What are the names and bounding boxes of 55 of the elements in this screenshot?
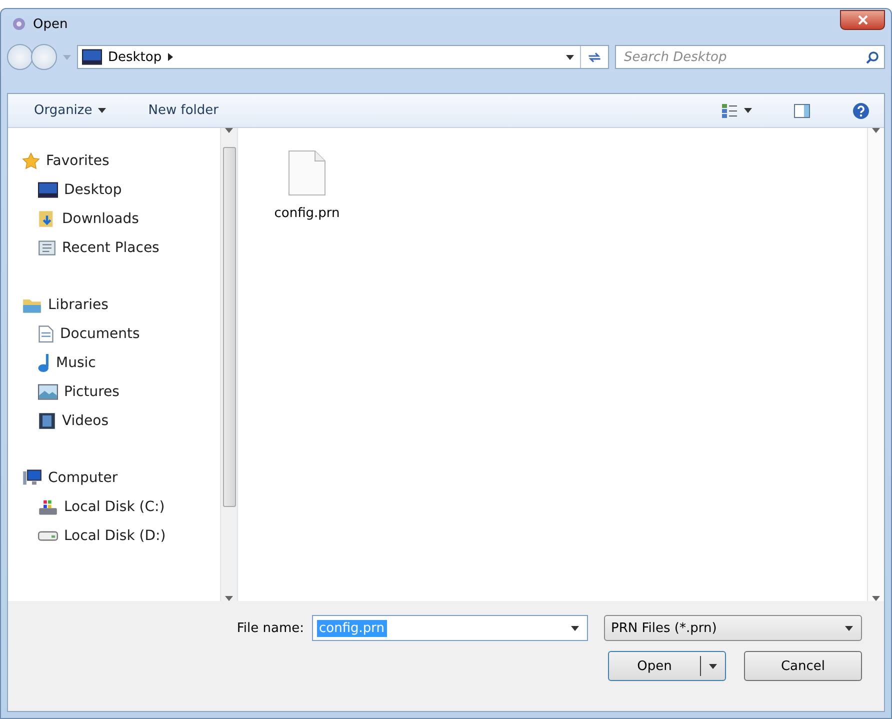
caret-icon bbox=[845, 626, 853, 630]
sidebar-item[interactable]: Music bbox=[22, 348, 220, 377]
computer-icon bbox=[22, 468, 42, 486]
document-icon bbox=[38, 324, 54, 342]
list-view-icon bbox=[722, 104, 738, 118]
drive-icon bbox=[38, 498, 58, 516]
help-icon bbox=[852, 102, 870, 120]
sidebar-item[interactable]: Favorites bbox=[22, 146, 220, 175]
file-name-value: config.prn bbox=[317, 620, 387, 636]
sidebar-item[interactable]: Libraries bbox=[22, 290, 220, 319]
field-label: File name: bbox=[236, 620, 304, 636]
monitor-icon bbox=[38, 182, 58, 198]
file-name[interactable]: config.prn bbox=[274, 206, 340, 221]
sidebar-item[interactable]: Desktop bbox=[22, 175, 220, 204]
open-split-button[interactable]: Open bbox=[608, 651, 726, 681]
sidebar-item[interactable]: Pictures bbox=[22, 377, 220, 406]
caret-icon bbox=[566, 54, 574, 60]
scroll-thumb[interactable] bbox=[222, 147, 236, 507]
sidebar-item[interactable]: Computer bbox=[22, 463, 220, 492]
sidebar-item[interactable]: Local Disk (D:) bbox=[22, 521, 220, 550]
music-note-icon bbox=[38, 354, 50, 372]
picture-icon bbox=[38, 384, 58, 400]
back-button[interactable] bbox=[7, 44, 33, 70]
recent-pages-caret-icon bbox=[63, 54, 71, 60]
caret-icon bbox=[571, 626, 579, 630]
star-icon bbox=[22, 152, 40, 170]
caret-icon bbox=[709, 664, 717, 668]
pane-icon bbox=[794, 104, 810, 118]
file-type-value: PRN Files (*.prn) bbox=[610, 620, 718, 636]
forward-button[interactable] bbox=[31, 44, 57, 70]
cancel-button[interactable]: Cancel bbox=[744, 651, 862, 681]
window-title: Open bbox=[33, 16, 69, 32]
sidebar-item[interactable]: Videos bbox=[22, 406, 220, 435]
toolbar-button[interactable]: New folder bbox=[144, 101, 222, 120]
sidebar-item[interactable]: Documents bbox=[22, 319, 220, 348]
close-button[interactable] bbox=[840, 10, 885, 30]
drive-icon bbox=[38, 530, 58, 540]
file-icon[interactable] bbox=[288, 150, 326, 196]
caret-icon bbox=[744, 108, 752, 113]
caret-icon bbox=[98, 108, 106, 113]
close-icon bbox=[858, 15, 868, 25]
breadcrumb-item[interactable]: Desktop bbox=[108, 50, 162, 64]
search-icon bbox=[866, 51, 879, 64]
file-type-dropdown[interactable]: PRN Files (*.prn) bbox=[604, 615, 862, 641]
address-bar[interactable]: Desktop bbox=[77, 45, 609, 69]
sidebar-item[interactable]: Recent Places bbox=[22, 233, 220, 262]
monitor-icon bbox=[82, 49, 102, 65]
search-field[interactable]: Search Desktop bbox=[615, 45, 885, 69]
sidebar-item[interactable]: Downloads bbox=[22, 204, 220, 233]
sidebar-item[interactable]: Local Disk (C:) bbox=[22, 492, 220, 521]
organize-menu-button[interactable]: Organize bbox=[30, 101, 110, 120]
scrollbar[interactable] bbox=[220, 128, 237, 601]
scrollbar[interactable] bbox=[867, 128, 884, 601]
window-icon bbox=[38, 238, 56, 256]
chevron-icon bbox=[168, 53, 173, 61]
